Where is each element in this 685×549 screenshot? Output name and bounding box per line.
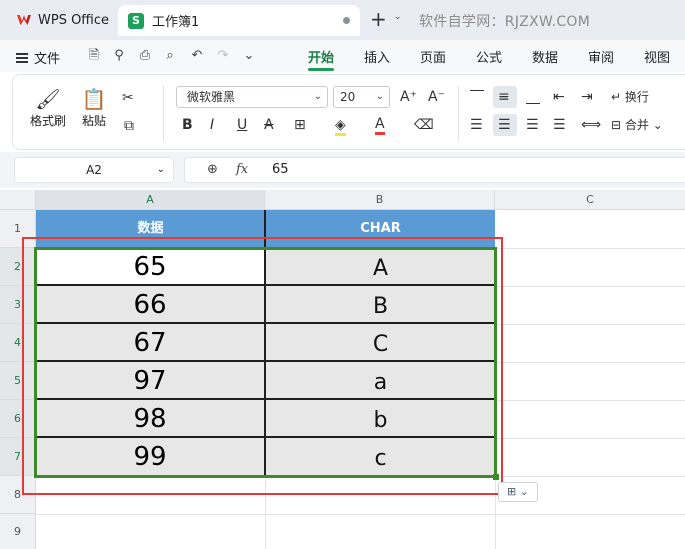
quick-analysis-icon: ⊞	[507, 485, 517, 498]
increase-font-icon[interactable]: A⁺	[400, 89, 417, 105]
align-left-icon[interactable]: ☰	[470, 117, 483, 133]
wrap-text-icon: ↵	[611, 90, 622, 104]
menu-bar: 文件 🗎 ⚲ ⎙ ⌕ ↶ ↷ ⌄ 开始 插入 页面 公式 数据 审阅 视图	[0, 40, 685, 72]
clear-format-icon[interactable]: ⌫	[414, 117, 434, 133]
function-icon[interactable]: fx	[236, 162, 248, 177]
formula-input[interactable]	[184, 157, 685, 183]
ribbon-separator	[163, 86, 164, 142]
app-name: WPS Office	[38, 12, 110, 28]
title-bar: WPS Office S 工作簿1 + ⌄ 软件自学网：RJZXW.COM	[0, 0, 685, 40]
chevron-down-icon: ⌄	[156, 164, 165, 175]
tab-insert[interactable]: 插入	[364, 47, 390, 66]
paste-label: 粘贴	[81, 114, 106, 128]
align-bottom-icon[interactable]: ⎽	[526, 89, 540, 105]
paste-icon: 📋	[81, 87, 107, 111]
annotation-highlight-box	[22, 237, 503, 495]
wrap-text-button[interactable]: ↵ 换行	[611, 89, 649, 105]
formula-value: 65	[272, 162, 289, 177]
spreadsheet-icon: S	[128, 12, 144, 29]
file-menu-button[interactable]: 文件	[16, 48, 60, 67]
file-menu-label: 文件	[34, 52, 61, 67]
chevron-down-icon: ⌄	[375, 91, 384, 102]
format-painter-button[interactable]: 🖌 格式刷	[26, 86, 70, 129]
unsaved-dot-icon[interactable]	[343, 17, 350, 24]
merge-icon: ⊟	[611, 118, 622, 132]
chevron-down-icon: ⌄	[519, 485, 529, 498]
tab-page[interactable]: 页面	[420, 47, 446, 66]
column-header-a[interactable]: A	[36, 190, 265, 210]
merge-button[interactable]: ⊟ 合并 ⌄	[611, 117, 663, 133]
chevron-down-icon[interactable]: ⌄	[394, 12, 402, 22]
cell-reference: A2	[86, 163, 102, 177]
align-top-icon[interactable]: ⎺	[470, 89, 484, 105]
wps-home-tab[interactable]: WPS Office	[8, 6, 117, 34]
save-icon[interactable]: 🗎	[86, 48, 102, 64]
fill-color-icon[interactable]: ◈	[335, 117, 346, 136]
new-tab-button[interactable]: +	[370, 8, 387, 30]
paste-button[interactable]: 📋 粘贴	[76, 86, 112, 129]
chevron-down-icon: ⌄	[652, 118, 663, 132]
format-painter-label: 格式刷	[29, 114, 66, 128]
align-middle-icon[interactable]: ≡	[498, 89, 510, 105]
hamburger-icon	[16, 52, 28, 63]
gridline	[495, 286, 685, 287]
zoom-icon[interactable]: ⊕	[207, 162, 218, 177]
tab-view[interactable]: 视图	[644, 47, 670, 66]
ribbon-separator	[458, 86, 459, 142]
document-tab[interactable]: S 工作簿1	[118, 5, 360, 36]
column-header-b[interactable]: B	[265, 190, 495, 210]
print-icon[interactable]: ⎙	[137, 48, 153, 64]
strikethrough-icon[interactable]: A	[264, 117, 274, 133]
column-header-c[interactable]: C	[495, 190, 685, 210]
font-size-value: 20	[340, 90, 356, 104]
merge-label: 合并	[624, 118, 649, 132]
font-color-icon[interactable]: A	[375, 116, 385, 135]
cut-icon[interactable]: ✂	[122, 90, 134, 106]
font-name-select[interactable]: 微软雅黑 ⌄	[176, 86, 328, 108]
decrease-font-icon[interactable]: A⁻	[428, 89, 445, 105]
increase-indent-icon[interactable]: ⇥	[581, 89, 593, 105]
distributed-icon[interactable]: ⟺	[581, 117, 601, 133]
gridline	[495, 362, 685, 363]
bold-icon[interactable]: B	[182, 117, 193, 133]
tab-review[interactable]: 审阅	[588, 47, 614, 66]
format-painter-icon: 🖌	[35, 87, 61, 111]
active-tab-indicator	[308, 68, 334, 71]
tab-formula[interactable]: 公式	[476, 47, 502, 66]
row-header-9[interactable]: 9	[0, 514, 36, 549]
more-chevron-icon[interactable]: ⌄	[241, 48, 257, 64]
gridline	[36, 514, 685, 515]
gridline	[495, 400, 685, 401]
justify-icon[interactable]: ☰	[553, 117, 566, 133]
preview-icon[interactable]: ⌕	[162, 48, 178, 64]
wps-logo-icon	[16, 12, 32, 28]
link-icon[interactable]: ⚲	[111, 48, 127, 64]
gridline	[495, 248, 685, 249]
wrap-text-label: 换行	[624, 90, 649, 104]
undo-icon[interactable]: ↶	[189, 48, 205, 64]
tab-data[interactable]: 数据	[532, 47, 558, 66]
decrease-indent-icon[interactable]: ⇤	[553, 89, 565, 105]
tab-home[interactable]: 开始	[308, 47, 334, 66]
align-center-icon[interactable]: ☰	[498, 117, 511, 133]
watermark-text: 软件自学网：RJZXW.COM	[419, 14, 591, 30]
underline-icon[interactable]: U	[237, 117, 247, 133]
redo-icon[interactable]: ↷	[215, 48, 231, 64]
copy-icon[interactable]: ⧉	[124, 118, 134, 134]
select-all-corner[interactable]	[0, 190, 36, 210]
borders-icon[interactable]: ⊞	[294, 117, 306, 133]
chevron-down-icon: ⌄	[313, 91, 322, 102]
name-box[interactable]: A2 ⌄	[14, 157, 174, 183]
document-name: 工作簿1	[152, 15, 200, 30]
align-right-icon[interactable]: ☰	[526, 117, 539, 133]
quick-analysis-button[interactable]: ⊞ ⌄	[498, 482, 538, 502]
font-name-value: 微软雅黑	[187, 90, 236, 104]
gridline	[495, 324, 685, 325]
font-size-select[interactable]: 20 ⌄	[333, 86, 390, 108]
gridline	[495, 438, 685, 439]
italic-icon[interactable]: I	[210, 117, 214, 133]
